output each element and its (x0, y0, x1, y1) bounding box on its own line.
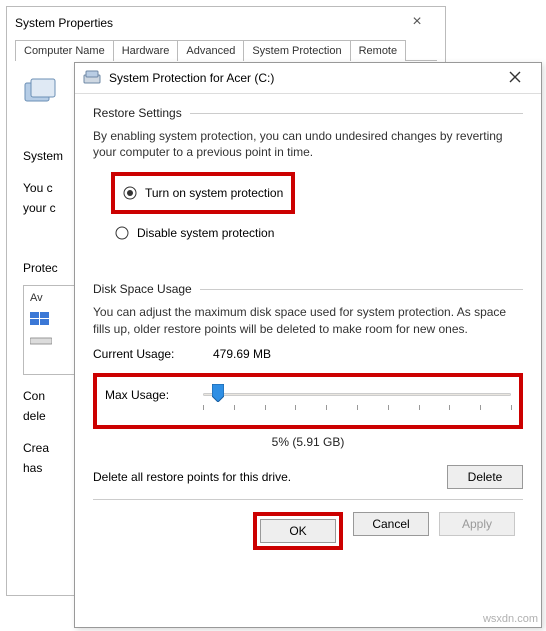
current-usage-value: 479.69 MB (213, 347, 271, 361)
close-icon[interactable]: × (397, 13, 437, 33)
close-icon[interactable] (497, 70, 533, 86)
cancel-button[interactable]: Cancel (353, 512, 429, 536)
radio-selected-icon (123, 186, 137, 200)
divider (93, 499, 523, 500)
sysprops-tabs: Computer Name Hardware Advanced System P… (15, 39, 437, 61)
current-usage-label: Current Usage: (93, 347, 213, 361)
highlight-box: Turn on system protection (111, 172, 295, 214)
radio-turn-on[interactable]: Turn on system protection (123, 184, 283, 202)
tab-computer-name[interactable]: Computer Name (15, 40, 114, 61)
system-restore-icon (23, 75, 59, 111)
slider-caption: 5% (5.91 GB) (93, 435, 523, 449)
max-usage-slider[interactable] (203, 383, 511, 407)
highlight-box: OK (253, 512, 343, 550)
tab-hardware[interactable]: Hardware (113, 40, 179, 61)
radio-label: Disable system protection (137, 226, 274, 240)
divider (200, 289, 523, 290)
watermark-text: wsxdn.com (483, 613, 538, 625)
tab-advanced[interactable]: Advanced (177, 40, 244, 61)
restore-settings-label: Restore Settings (93, 106, 523, 120)
apply-button: Apply (439, 512, 515, 536)
tab-system-protection[interactable]: System Protection (243, 40, 350, 61)
restore-description: By enabling system protection, you can u… (93, 128, 523, 160)
radio-disable[interactable]: Disable system protection (115, 224, 523, 242)
tab-remote[interactable]: Remote (350, 40, 407, 61)
radio-label: Turn on system protection (145, 186, 283, 200)
max-usage-label: Max Usage: (105, 388, 203, 402)
delete-description: Delete all restore points for this drive… (93, 470, 291, 484)
disk-usage-label: Disk Space Usage (93, 282, 523, 296)
dialog-titlebar: System Protection for Acer (C:) (75, 63, 541, 94)
windows-flag-icon (30, 312, 50, 326)
sysprops-title-text: System Properties (15, 16, 113, 30)
dialog-title: System Protection for Acer (C:) (109, 71, 497, 85)
slider-thumb-icon[interactable] (212, 384, 224, 402)
dialog-buttons: OK Cancel Apply (93, 512, 523, 550)
radio-unselected-icon (115, 226, 129, 240)
disk-description: You can adjust the maximum disk space us… (93, 304, 523, 336)
divider (190, 113, 523, 114)
system-protection-dialog: System Protection for Acer (C:) Restore … (74, 62, 542, 628)
slider-ticks (203, 405, 511, 411)
drive-icon (83, 69, 101, 87)
highlight-box: Max Usage: (93, 373, 523, 429)
ok-button[interactable]: OK (260, 519, 336, 543)
delete-button[interactable]: Delete (447, 465, 523, 489)
